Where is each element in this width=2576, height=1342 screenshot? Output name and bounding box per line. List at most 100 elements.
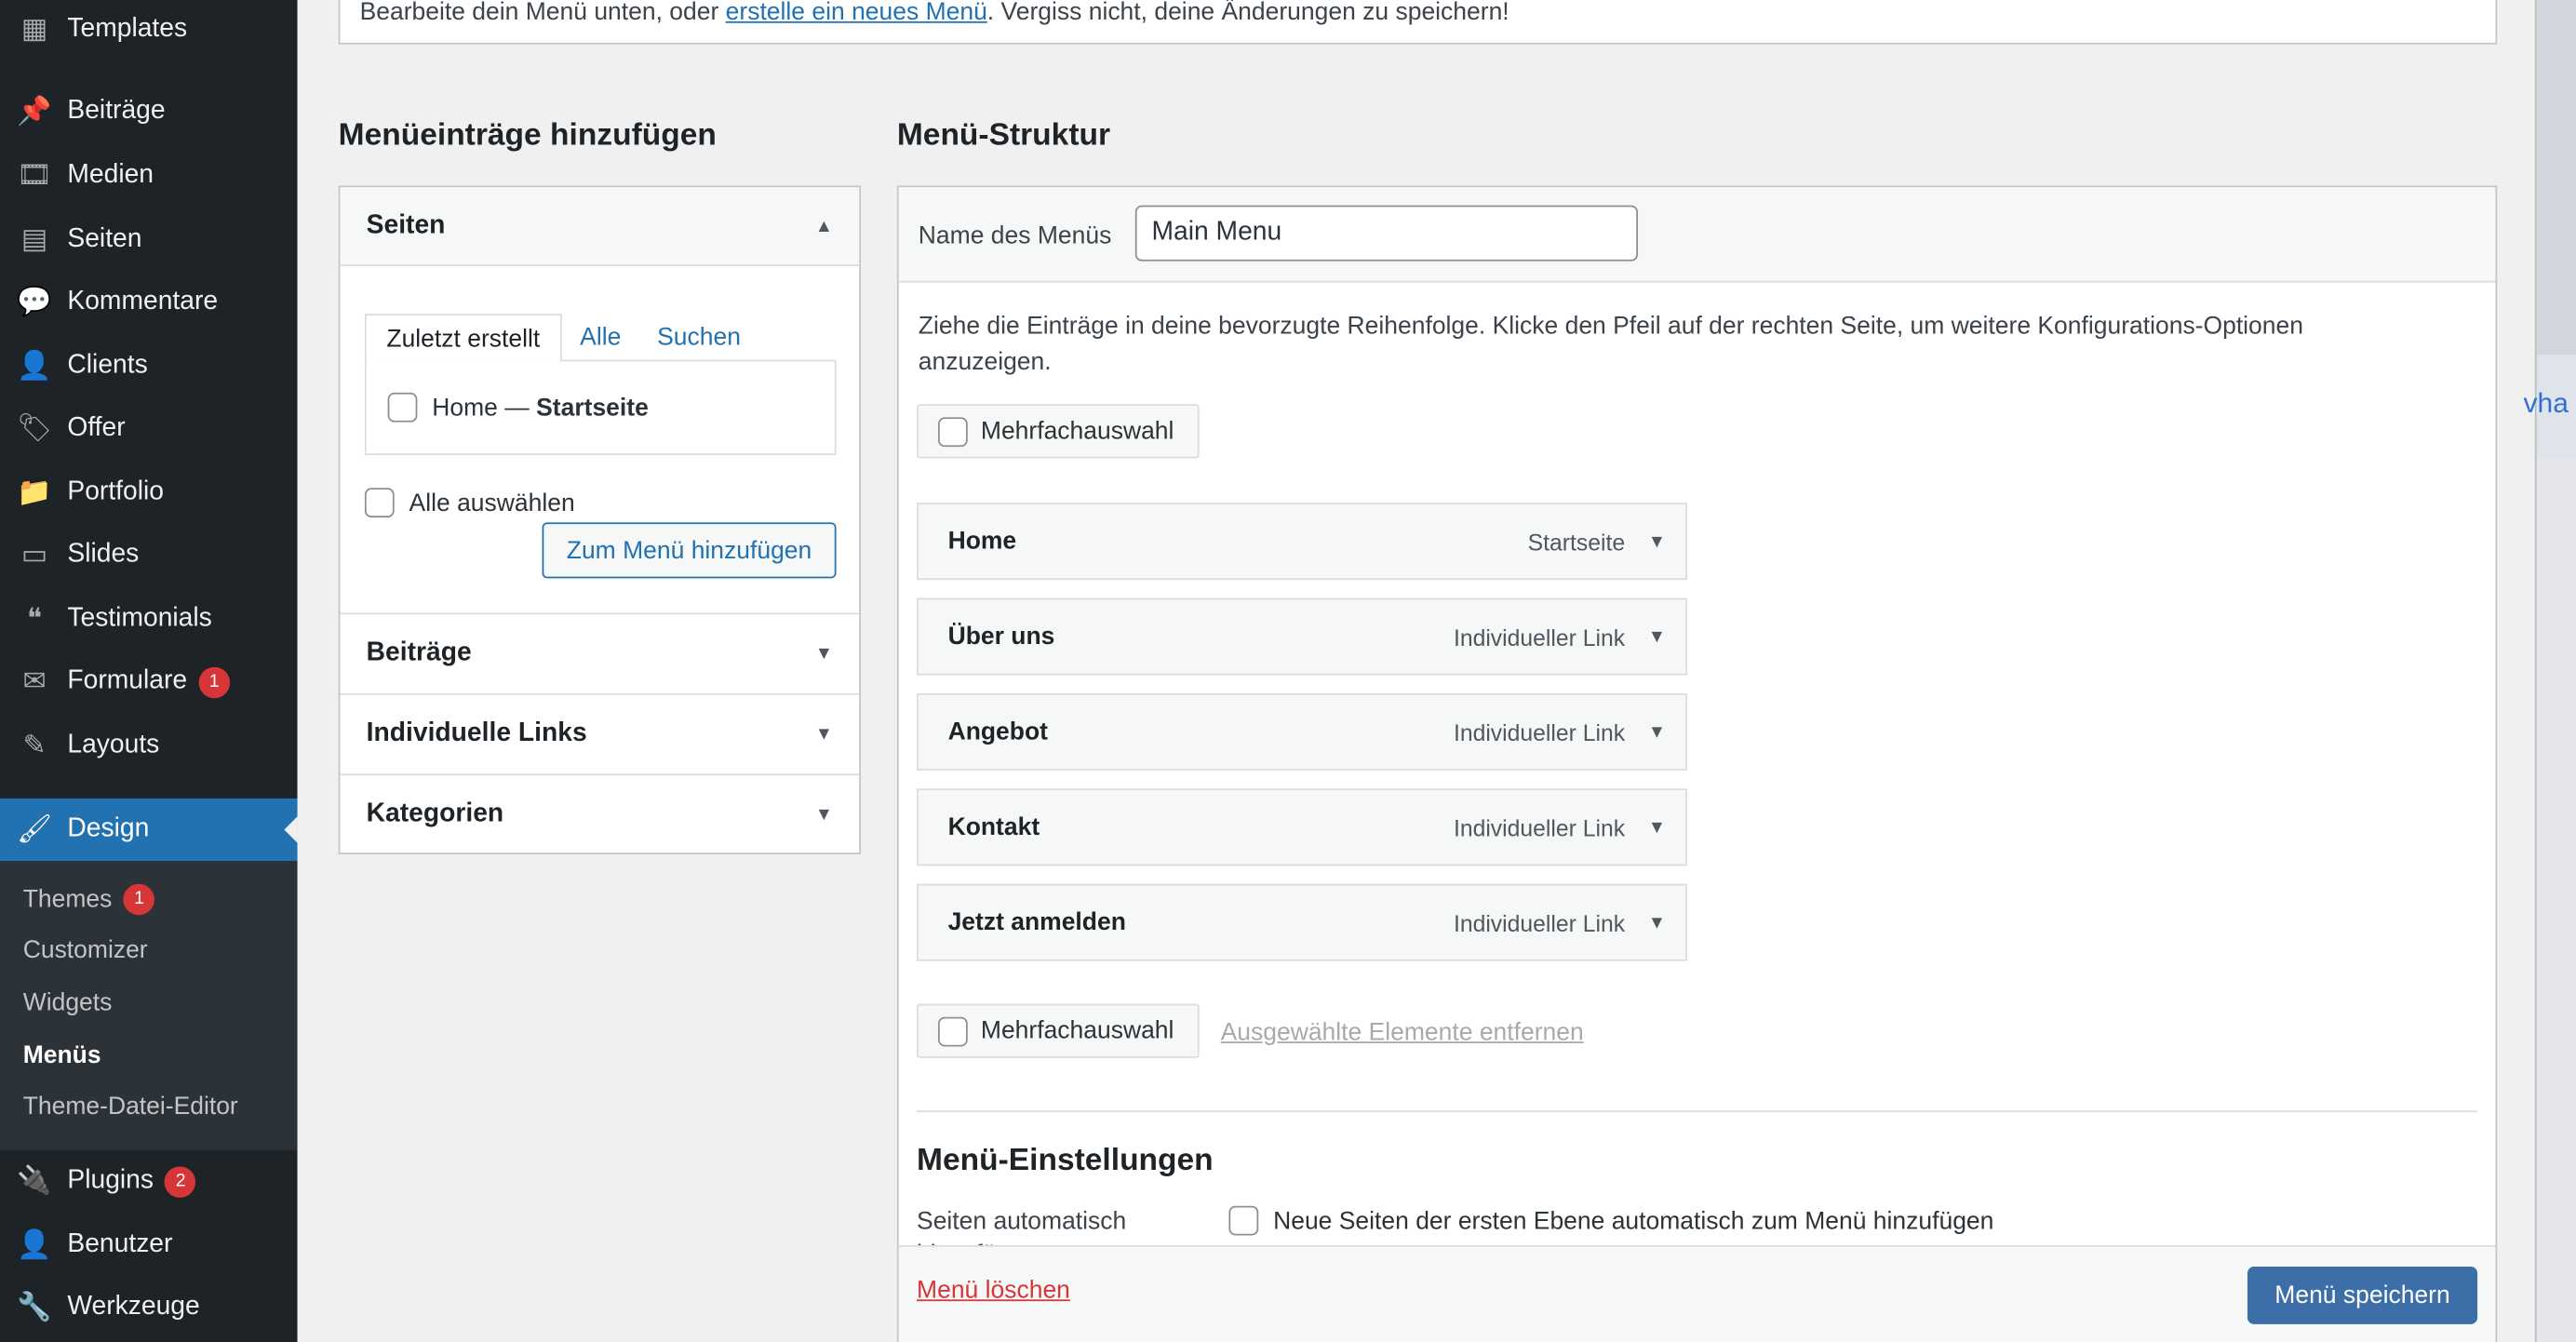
tag-icon: 🏷 xyxy=(17,412,53,444)
page-state: Startseite xyxy=(536,393,649,422)
sidebar-item-label: Werkzeuge xyxy=(67,1293,200,1322)
sidebar-item-label: Kommentare xyxy=(67,287,219,315)
delete-menu-link[interactable]: Menü löschen xyxy=(917,1277,1070,1305)
menu-item-title: Über uns xyxy=(947,623,1055,651)
pencil-icon: ✎ xyxy=(22,729,47,761)
sidebar-item-plugins[interactable]: 🔌 Plugins 2 xyxy=(0,1150,298,1213)
sidebar-item-label: Beiträge xyxy=(67,97,166,126)
sidebar-item-label: Offer xyxy=(67,413,126,442)
expand-arrow-icon[interactable]: ▼ xyxy=(1648,817,1666,837)
tab-search[interactable]: Suchen xyxy=(657,324,741,352)
menu-item[interactable]: Angebot Individueller Link ▼ xyxy=(917,692,1687,771)
templates-icon: ▦ xyxy=(20,13,48,45)
background-window: vha xyxy=(2524,0,2576,1342)
sidebar-item-label: Plugins xyxy=(67,1166,154,1195)
menu-item[interactable]: Kontakt Individueller Link ▼ xyxy=(917,788,1687,866)
bulk-select-checkbox[interactable] xyxy=(937,1015,968,1046)
remove-selected-link[interactable]: Ausgewählte Elemente entfernen xyxy=(1221,1018,1584,1046)
expand-arrow-icon[interactable]: ▼ xyxy=(1648,913,1666,933)
sidebar-item-clients[interactable]: 👤 Clients xyxy=(0,335,298,397)
user-icon: 👤 xyxy=(17,350,52,382)
menu-item[interactable]: Über uns Individueller Link ▼ xyxy=(917,597,1687,676)
menu-name-header: Name des Menüs xyxy=(898,187,2496,283)
sidebar-item-label: Benutzer xyxy=(67,1230,173,1259)
bulk-select-label: Mehrfachauswahl xyxy=(980,417,1174,446)
section-beitraege[interactable]: Beiträge ▼ xyxy=(340,612,860,691)
expand-arrow-icon[interactable]: ▼ xyxy=(1648,722,1666,742)
pages-section-header[interactable]: Seiten ▲ xyxy=(340,187,860,266)
section-title: Beiträge xyxy=(366,637,472,666)
select-all[interactable]: Alle auswählen xyxy=(364,488,575,518)
notice-text: Bearbeite dein Menü unten, oder xyxy=(359,0,726,27)
expand-arrow-icon[interactable]: ▼ xyxy=(1648,531,1666,551)
auto-add-checkbox[interactable] xyxy=(1228,1205,1259,1236)
sidebar-item-seiten[interactable]: ▤ Seiten xyxy=(0,208,298,271)
select-all-checkbox[interactable] xyxy=(364,488,395,518)
sidebar-item-werkzeuge[interactable]: 🔧 Werkzeuge xyxy=(0,1277,298,1339)
sidebar-item-design[interactable]: 🖌 Design xyxy=(0,798,298,862)
sidebar-item-beiträge[interactable]: 📌 Beiträge xyxy=(0,80,298,142)
update-badge: 1 xyxy=(123,883,155,916)
add-to-menu-button[interactable]: Zum Menü hinzufügen xyxy=(542,522,837,579)
save-menu-button[interactable]: Menü speichern xyxy=(2247,1267,2478,1324)
submenu-item-themes[interactable]: Themes 1 xyxy=(23,883,155,916)
media-icon: 🎞 xyxy=(17,159,53,191)
submenu-label: Theme-Datei-Editor xyxy=(22,1092,238,1121)
auto-add-label: Seiten automatisch hinzufügen xyxy=(917,1207,1127,1245)
section-title: Kategorien xyxy=(366,798,504,827)
sidebar-item-medien[interactable]: 🎞 Medien xyxy=(0,144,298,207)
auto-add-option[interactable]: Neue Seiten der ersten Ebene automatisch… xyxy=(1228,1205,1993,1236)
menu-item-title: Kontakt xyxy=(947,812,1040,841)
sidebar-item-kommentare[interactable]: 💬 Kommentare xyxy=(0,271,298,333)
sidebar-item-templates[interactable]: ▦ Templates xyxy=(0,0,298,60)
submenu-label: Menüs xyxy=(22,1041,101,1070)
sidebar-item-label: Portfolio xyxy=(67,477,165,506)
section-custom-links[interactable]: Individuelle Links ▼ xyxy=(340,692,860,772)
quote-icon: ❝ xyxy=(26,602,43,635)
section-categories[interactable]: Kategorien ▼ xyxy=(340,773,860,852)
menu-item-type: Startseite xyxy=(1527,528,1626,555)
notice-box: Bearbeite dein Menü unten, oder erstelle… xyxy=(338,0,2498,45)
bulk-select-top[interactable]: Mehrfachauswahl xyxy=(917,404,1200,459)
menu-item[interactable]: Jetzt anmelden Individueller Link ▼ xyxy=(917,883,1687,961)
bulk-select-checkbox[interactable] xyxy=(937,416,968,447)
pages-list: Home — Startseite xyxy=(364,359,837,455)
menu-item[interactable]: Home Startseite ▼ xyxy=(917,503,1687,581)
notice-text-after: . Vergiss nicht, deine Änderungen zu spe… xyxy=(986,0,1509,27)
select-all-label: Alle auswählen xyxy=(409,489,575,517)
submenu-item-menüs[interactable]: Menüs xyxy=(23,1041,101,1069)
sidebar-item-formulare[interactable]: ✉ Formulare 1 xyxy=(0,651,298,713)
plugin-icon: 🔌 xyxy=(17,1164,52,1197)
sidebar-item-layouts[interactable]: ✎ Layouts xyxy=(0,715,298,777)
sidebar-item-label: Medien xyxy=(67,160,154,190)
submenu-item-customizer[interactable]: Customizer xyxy=(23,936,148,964)
menu-structure-heading: Menü-Struktur xyxy=(896,118,1111,154)
comment-icon: 💬 xyxy=(17,286,52,317)
separator: — xyxy=(497,393,537,422)
expand-arrow-icon: ▼ xyxy=(814,723,834,744)
submenu-item-widgets[interactable]: Widgets xyxy=(23,989,113,1017)
sidebar-item-benutzer[interactable]: 👤 Benutzer xyxy=(0,1215,298,1277)
page-item-home[interactable]: Home — Startseite xyxy=(387,392,649,423)
submenu-item-theme-datei-editor[interactable]: Theme-Datei-Editor xyxy=(23,1093,238,1121)
bulk-select-bottom[interactable]: Mehrfachauswahl xyxy=(917,1003,1200,1058)
sidebar-item-testimonials[interactable]: ❝ Testimonials xyxy=(0,588,298,651)
menu-item-type: Individueller Link xyxy=(1453,813,1626,840)
tab-recent[interactable]: Zuletzt erstellt xyxy=(364,314,562,362)
sidebar-item-slides[interactable]: ▭ Slides xyxy=(0,524,298,586)
sidebar-item-label: Testimonials xyxy=(67,604,212,633)
sidebar-item-portfolio[interactable]: 📁 Portfolio xyxy=(0,462,298,524)
menu-item-type: Individueller Link xyxy=(1453,623,1626,651)
menu-name-input[interactable] xyxy=(1134,205,1639,262)
page-checkbox[interactable] xyxy=(387,392,418,423)
collapse-arrow-icon: ▲ xyxy=(814,216,834,236)
sidebar-item-label: Formulare xyxy=(67,666,188,695)
menu-settings-heading: Menü-Einstellungen xyxy=(917,1143,1214,1178)
sidebar-item-label: Templates xyxy=(67,14,188,43)
create-menu-link[interactable]: erstelle ein neues Menü xyxy=(726,0,987,26)
menu-item-title: Angebot xyxy=(947,718,1048,746)
sidebar-item-offer[interactable]: 🏷 Offer xyxy=(0,397,298,460)
tab-all[interactable]: Alle xyxy=(580,324,621,352)
slides-icon: ▭ xyxy=(20,539,48,570)
expand-arrow-icon[interactable]: ▼ xyxy=(1648,626,1666,646)
